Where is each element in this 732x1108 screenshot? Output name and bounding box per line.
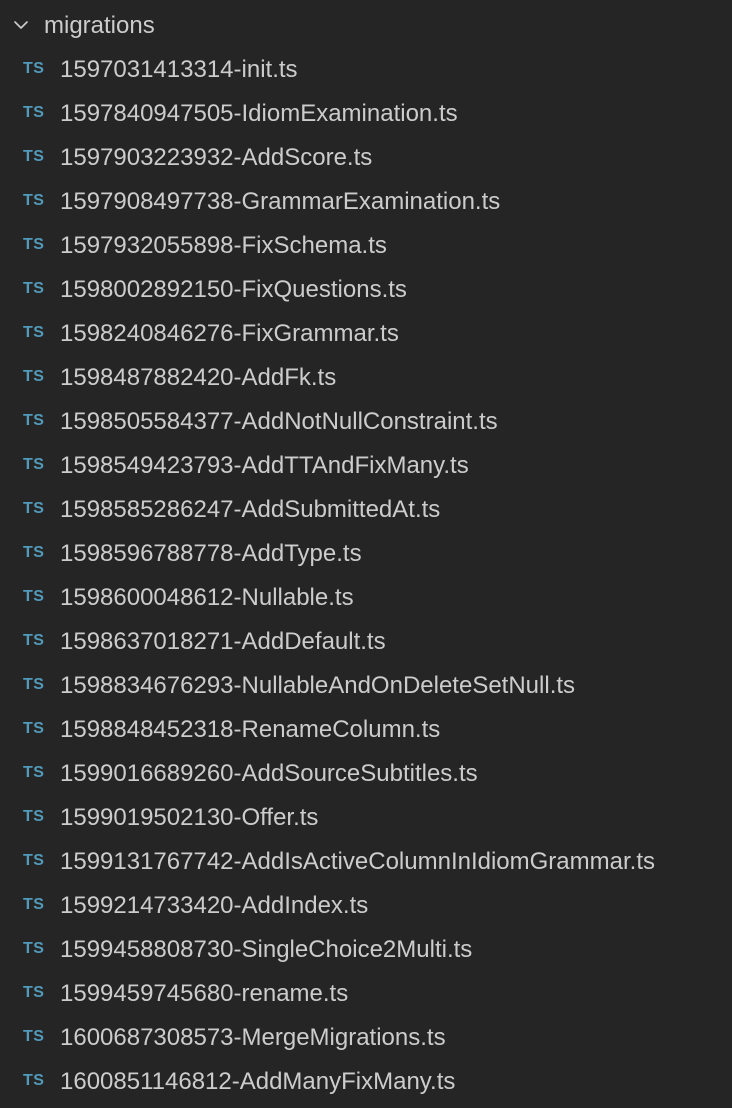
typescript-icon: TS [23,456,45,473]
typescript-icon: TS [23,940,45,957]
typescript-icon: TS [23,280,45,297]
file-item[interactable]: TS 1600851146812-AddManyFixMany.ts [0,1060,732,1104]
typescript-icon: TS [23,764,45,781]
file-name: 1599019502130-Offer.ts [60,804,319,831]
file-item[interactable]: TS 1598600048612-Nullable.ts [0,576,732,620]
file-name: 1598637018271-AddDefault.ts [60,628,386,655]
file-item[interactable]: TS 1597908497738-GrammarExamination.ts [0,180,732,224]
file-item[interactable]: TS 1597903223932-AddScore.ts [0,136,732,180]
typescript-icon: TS [23,148,45,165]
file-item[interactable]: TS 1598637018271-AddDefault.ts [0,620,732,664]
file-name: 1598585286247-AddSubmittedAt.ts [60,496,441,523]
file-name: 1597903223932-AddScore.ts [60,144,373,171]
file-item[interactable]: TS 1598585286247-AddSubmittedAt.ts [0,488,732,532]
typescript-icon: TS [23,632,45,649]
file-item[interactable]: TS 1598834676293-NullableAndOnDeleteSetN… [0,664,732,708]
typescript-icon: TS [23,852,45,869]
file-name: 1599458808730-SingleChoice2Multi.ts [60,936,473,963]
typescript-icon: TS [23,1072,45,1089]
file-name: 1598240846276-FixGrammar.ts [60,320,399,347]
file-item[interactable]: TS 1598240846276-FixGrammar.ts [0,312,732,356]
file-item[interactable]: TS 1598505584377-AddNotNullConstraint.ts [0,400,732,444]
file-name: 1598505584377-AddNotNullConstraint.ts [60,408,498,435]
file-name: 1599131767742-AddIsActiveColumnInIdiomGr… [60,848,655,875]
file-item[interactable]: TS 1597932055898-FixSchema.ts [0,224,732,268]
file-item[interactable]: TS 1599459745680-rename.ts [0,972,732,1016]
typescript-icon: TS [23,324,45,341]
file-item[interactable]: TS 1598002892150-FixQuestions.ts [0,268,732,312]
file-name: 1599459745680-rename.ts [60,980,349,1007]
file-name: 1597932055898-FixSchema.ts [60,232,387,259]
file-name: 1600851146812-AddManyFixMany.ts [60,1068,456,1095]
file-item[interactable]: TS 1597031413314-init.ts [0,48,732,92]
file-name: 1598549423793-AddTTAndFixMany.ts [60,452,469,479]
file-list: TS 1597031413314-init.ts TS 159784094750… [0,48,732,1104]
file-explorer: migrations TS 1597031413314-init.ts TS 1… [0,0,732,1108]
typescript-icon: TS [23,104,45,121]
file-name: 1597031413314-init.ts [60,56,298,83]
file-item[interactable]: TS 1598596788778-AddType.ts [0,532,732,576]
folder-migrations[interactable]: migrations [0,4,732,44]
file-item[interactable]: TS 1597840947505-IdiomExamination.ts [0,92,732,136]
typescript-icon: TS [23,808,45,825]
typescript-icon: TS [23,412,45,429]
file-item[interactable]: TS 1599458808730-SingleChoice2Multi.ts [0,928,732,972]
typescript-icon: TS [23,192,45,209]
file-name: 1598002892150-FixQuestions.ts [60,276,407,303]
file-item[interactable]: TS 1599131767742-AddIsActiveColumnInIdio… [0,840,732,884]
chevron-down-icon[interactable] [12,16,30,34]
typescript-icon: TS [23,720,45,737]
file-item[interactable]: TS 1598848452318-RenameColumn.ts [0,708,732,752]
file-item[interactable]: TS 1600687308573-MergeMigrations.ts [0,1016,732,1060]
typescript-icon: TS [23,1028,45,1045]
typescript-icon: TS [23,368,45,385]
file-name: 1599214733420-AddIndex.ts [60,892,369,919]
typescript-icon: TS [23,588,45,605]
typescript-icon: TS [23,984,45,1001]
file-item[interactable]: TS 1598487882420-AddFk.ts [0,356,732,400]
file-name: 1597840947505-IdiomExamination.ts [60,100,458,127]
typescript-icon: TS [23,896,45,913]
file-item[interactable]: TS 1599019502130-Offer.ts [0,796,732,840]
file-item[interactable]: TS 1599214733420-AddIndex.ts [0,884,732,928]
file-name: 1598834676293-NullableAndOnDeleteSetNull… [60,672,576,699]
typescript-icon: TS [23,544,45,561]
file-item[interactable]: TS 1598549423793-AddTTAndFixMany.ts [0,444,732,488]
typescript-icon: TS [23,236,45,253]
file-name: 1597908497738-GrammarExamination.ts [60,188,501,215]
file-name: 1600687308573-MergeMigrations.ts [60,1024,446,1051]
file-name: 1598487882420-AddFk.ts [60,364,337,391]
typescript-icon: TS [23,60,45,77]
typescript-icon: TS [23,676,45,693]
file-item[interactable]: TS 1599016689260-AddSourceSubtitles.ts [0,752,732,796]
file-name: 1598596788778-AddType.ts [60,540,362,567]
file-name: 1599016689260-AddSourceSubtitles.ts [60,760,478,787]
file-name: 1598848452318-RenameColumn.ts [60,716,441,743]
file-name: 1598600048612-Nullable.ts [60,584,354,611]
typescript-icon: TS [23,500,45,517]
folder-name: migrations [44,12,155,39]
